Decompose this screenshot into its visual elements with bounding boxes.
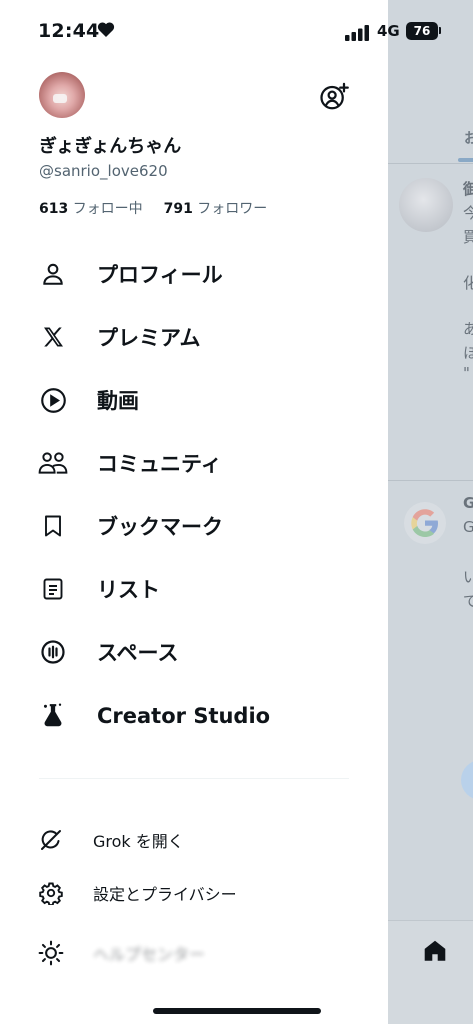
flask-icon <box>38 701 68 731</box>
people-icon <box>38 448 68 478</box>
menu-label: ヘルプセンター <box>93 945 206 964</box>
bg-post-text: で <box>463 592 473 610</box>
gear-icon <box>38 880 64 906</box>
heart-icon <box>97 21 115 42</box>
cellular-signal-icon <box>345 25 371 45</box>
network-type: 4G <box>377 22 400 40</box>
menu-label: プロフィール <box>97 263 223 287</box>
menu-label: 動画 <box>97 389 139 413</box>
menu-label: スペース <box>97 641 179 665</box>
battery-tip <box>439 27 441 34</box>
battery-indicator: 76 <box>406 22 438 40</box>
grok-icon <box>38 827 64 853</box>
menu-item-help-center[interactable]: ヘルプセンター <box>38 935 338 971</box>
bg-post-text: 今 <box>463 204 473 222</box>
display-name[interactable]: ぎょぎょんちゃん <box>39 132 181 158</box>
bg-media-edge <box>461 760 473 800</box>
sun-icon <box>38 940 64 966</box>
menu-item-bookmarks[interactable]: ブックマーク <box>38 504 358 548</box>
home-indicator[interactable] <box>153 1008 321 1014</box>
play-circle-icon <box>38 385 68 415</box>
menu-item-premium[interactable]: プレミアム <box>38 315 358 359</box>
list-icon <box>38 574 68 604</box>
menu-label: Grok を開く <box>93 832 184 851</box>
menu-item-video[interactable]: 動画 <box>38 378 358 422</box>
bg-post-avatar <box>399 178 453 232</box>
bg-post-text: G <box>463 494 473 512</box>
bg-post-text: い <box>463 568 473 586</box>
user-handle: @sanrio_love620 <box>39 162 168 180</box>
bg-post-text: G <box>463 518 473 536</box>
bg-tab-underline <box>458 158 473 162</box>
menu-label: Creator Studio <box>97 704 271 728</box>
status-time: 12:44 <box>38 20 100 42</box>
status-bar: 12:44 <box>0 0 388 60</box>
avatar[interactable] <box>39 72 85 118</box>
bg-tab-bar <box>388 920 473 1024</box>
menu-divider <box>39 778 349 779</box>
person-icon <box>38 259 68 289</box>
followers-count[interactable]: 791 <box>164 201 193 217</box>
menu-item-creator-studio[interactable]: Creator Studio <box>38 694 358 738</box>
bg-divider <box>388 480 473 481</box>
spaces-icon <box>38 637 68 667</box>
google-logo-icon <box>404 502 446 544</box>
home-icon[interactable] <box>422 938 448 968</box>
bg-post-text: 御 <box>463 180 473 198</box>
menu-item-grok[interactable]: Grok を開く <box>38 822 338 858</box>
bg-post-text: 化 <box>463 274 473 292</box>
menu-label: プレミアム <box>97 326 201 350</box>
bg-post-text: " <box>463 364 470 382</box>
following-label[interactable]: フォロー中 <box>73 201 143 217</box>
menu-label: リスト <box>97 578 160 602</box>
bg-post-text: ほ <box>463 344 473 362</box>
menu-item-communities[interactable]: コミュニティ <box>38 441 358 485</box>
menu-label: ブックマーク <box>97 515 223 539</box>
menu-item-spaces[interactable]: スペース <box>38 630 358 674</box>
menu-item-profile[interactable]: プロフィール <box>38 252 358 296</box>
menu-label: 設定とプライバシー <box>93 885 237 904</box>
x-logo-icon <box>38 322 68 352</box>
follow-stats: 613 フォロー中 791 フォロワー <box>39 198 267 218</box>
followers-label[interactable]: フォロワー <box>197 201 267 217</box>
bg-post-text: あ <box>463 320 473 338</box>
bg-tab-label: お <box>464 131 473 147</box>
menu-label: コミュニティ <box>97 452 222 476</box>
menu-item-settings[interactable]: 設定とプライバシー <box>38 875 338 911</box>
menu-item-lists[interactable]: リスト <box>38 567 358 611</box>
bookmark-icon <box>38 511 68 541</box>
bg-post-text: 買 <box>463 228 473 246</box>
background-timeline[interactable]: お 御 今 買 化 あ ほ " G G い で <box>388 0 473 1024</box>
following-count[interactable]: 613 <box>39 201 68 217</box>
add-account-icon[interactable] <box>319 82 349 112</box>
bg-divider <box>388 163 473 164</box>
